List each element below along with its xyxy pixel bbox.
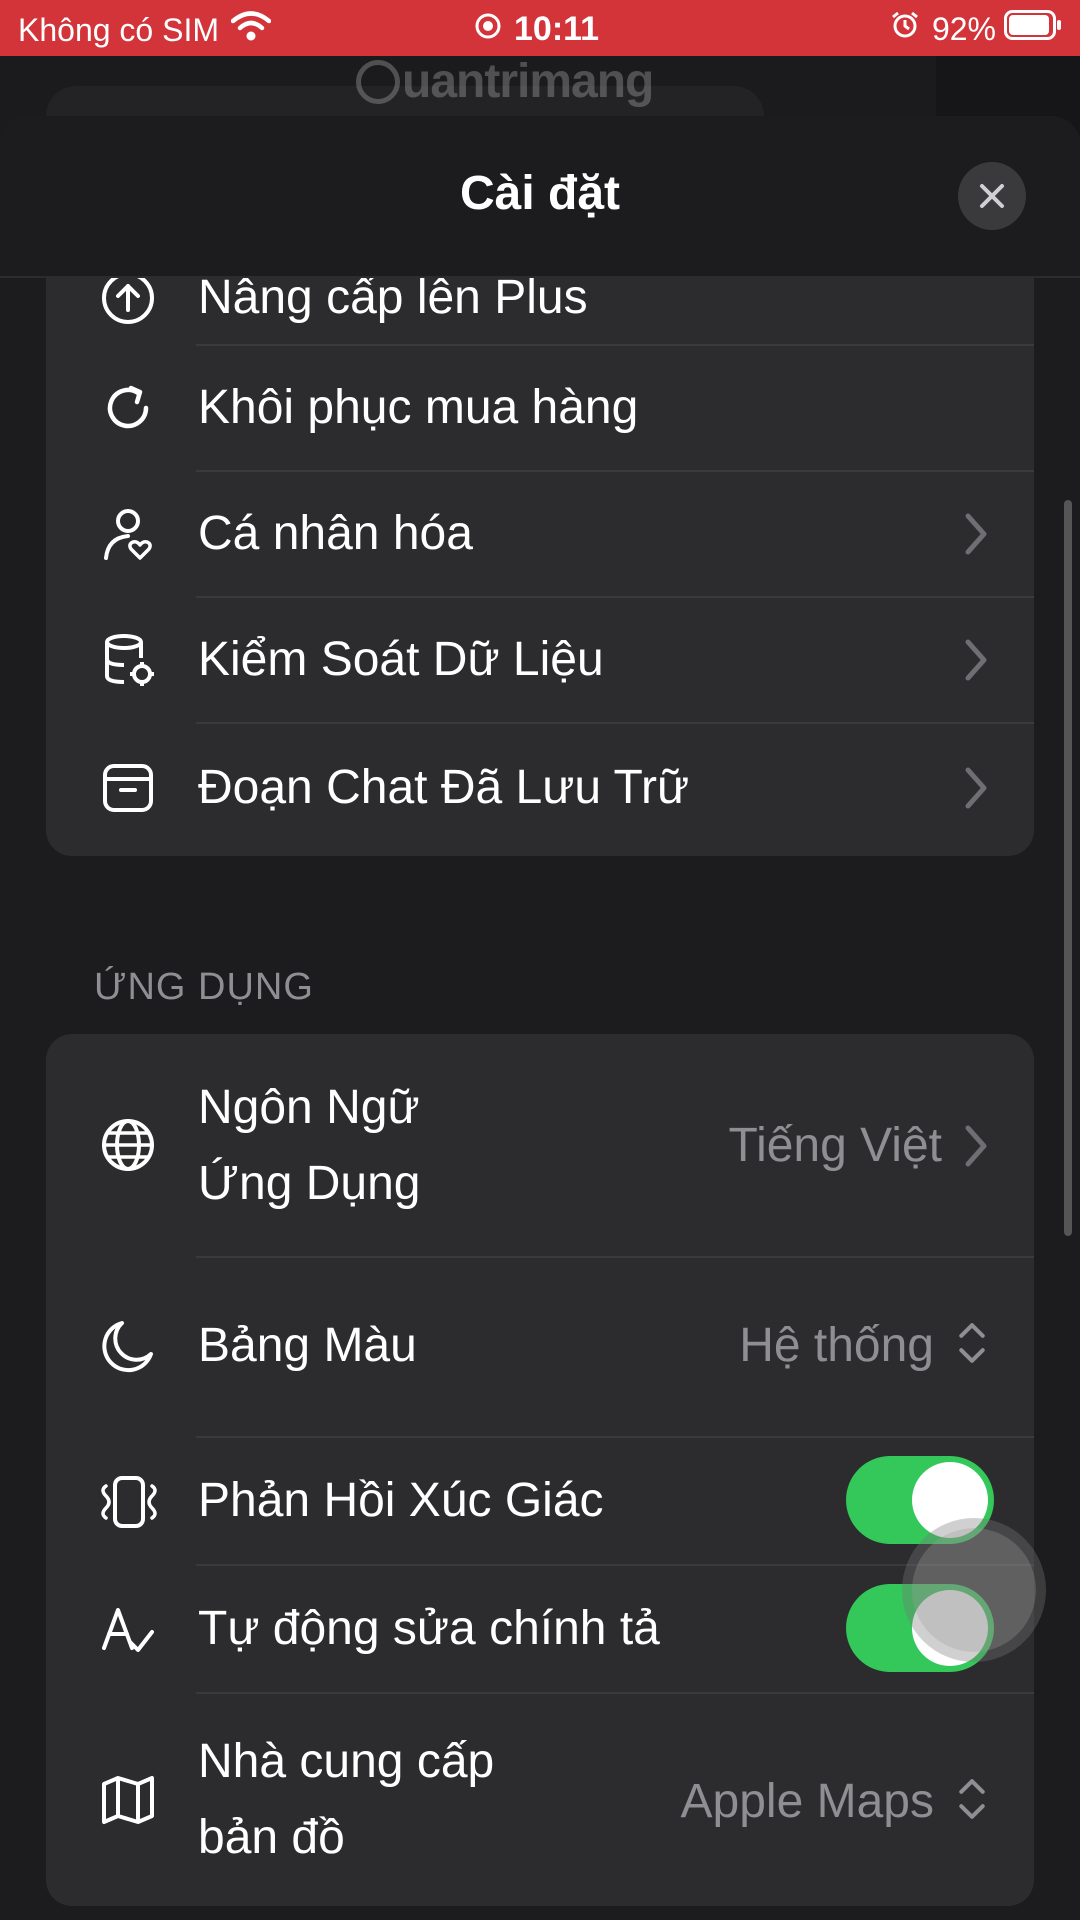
location-ring-icon	[474, 10, 502, 49]
autocorrect-row: Tự động sửa chính tả	[46, 1566, 1034, 1692]
map-provider-value: Apple Maps	[680, 1775, 934, 1828]
moon-icon	[100, 1318, 156, 1374]
globe-icon	[100, 1117, 156, 1173]
alarm-icon	[890, 10, 920, 48]
app-language-row[interactable]: Ngôn Ngữ Ứng Dụng Tiếng Việt	[46, 1034, 1034, 1256]
data-controls-label: Kiểm Soát Dữ Liệu	[198, 633, 604, 686]
sheet-title: Cài đặt	[459, 167, 621, 220]
archived-chats-row[interactable]: Đoạn Chat Đã Lưu Trữ	[46, 724, 1034, 856]
status-bar: Không có SIM 10:11 92%	[0, 0, 1080, 56]
map-provider-row[interactable]: Nhà cung cấp bản đồ Apple Maps	[46, 1694, 1034, 1906]
battery-icon	[1004, 10, 1062, 48]
personalization-label: Cá nhân hóa	[198, 507, 473, 560]
data-controls-row[interactable]: Kiểm Soát Dữ Liệu	[46, 598, 1034, 722]
archive-box-icon	[100, 760, 156, 816]
autocorrect-label: Tự động sửa chính tả	[198, 1602, 660, 1655]
settings-sheet: Cài đặt Nâng cấp lên Plus Khôi phục mua …	[0, 116, 1080, 1920]
scroll-indicator[interactable]	[1064, 500, 1072, 1236]
map-provider-label: Nhà cung cấp bản đồ	[198, 1735, 495, 1864]
chevron-right-icon	[965, 767, 987, 809]
watermark: uantrimang	[356, 54, 654, 109]
close-button[interactable]	[958, 162, 1026, 230]
app-language-value: Tiếng Việt	[728, 1119, 942, 1172]
battery-percent: 92%	[931, 10, 996, 47]
restore-purchases-row[interactable]: Khôi phục mua hàng	[46, 346, 1034, 470]
personalization-row[interactable]: Cá nhân hóa	[46, 472, 1034, 596]
carrier-label: Không có SIM	[18, 11, 219, 48]
chevron-right-icon	[965, 639, 987, 681]
sheet-header: Cài đặt	[0, 116, 1080, 278]
wifi-icon	[230, 10, 272, 50]
haptic-feedback-row: Phản Hồi Xúc Giác	[46, 1438, 1034, 1564]
haptic-phone-icon	[94, 1474, 164, 1530]
person-heart-icon	[100, 506, 156, 562]
assistive-touch-button[interactable]	[912, 1528, 1036, 1652]
restore-purchases-label: Khôi phục mua hàng	[198, 381, 639, 434]
chevron-right-icon	[965, 1125, 987, 1167]
color-scheme-value: Hệ thống	[739, 1319, 934, 1372]
app-settings-group: Ngôn Ngữ Ứng Dụng Tiếng Việt Bảng Màu Hệ…	[46, 1034, 1034, 1906]
chevron-right-icon	[965, 513, 987, 555]
database-gear-icon	[100, 632, 156, 688]
toggle-knob	[912, 1462, 988, 1538]
map-icon	[100, 1772, 156, 1828]
spellcheck-icon	[100, 1602, 156, 1658]
color-scheme-label: Bảng Màu	[198, 1319, 417, 1372]
archived-chats-label: Đoạn Chat Đã Lưu Trữ	[198, 761, 690, 814]
refresh-icon	[100, 380, 156, 436]
clock-time: 10:11	[514, 10, 600, 48]
color-scheme-row[interactable]: Bảng Màu Hệ thống	[46, 1258, 1034, 1436]
watermark-logo-icon	[356, 59, 400, 104]
app-language-label: Ngôn Ngữ Ứng Dụng	[198, 1081, 421, 1210]
chevron-up-down-icon	[959, 1323, 985, 1363]
chevron-up-down-icon	[959, 1779, 985, 1819]
arrow-up-circle-icon	[100, 270, 156, 326]
close-icon	[980, 184, 1004, 208]
haptic-feedback-label: Phản Hồi Xúc Giác	[198, 1474, 604, 1527]
app-section-header: ỨNG DỤNG	[94, 966, 314, 1008]
